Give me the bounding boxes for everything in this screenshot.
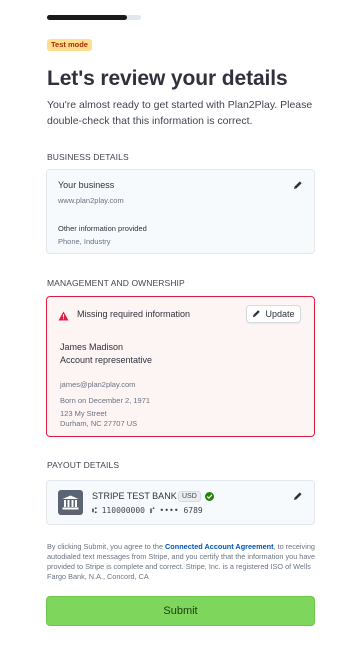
test-mode-badge: Test mode: [47, 39, 92, 51]
business-card: Your business www.plan2play.com Other in…: [46, 169, 315, 254]
management-section-label: MANAGEMENT AND OWNERSHIP: [47, 278, 185, 288]
payout-card: STRIPE TEST BANK USD ⑆ 110000000 ⑈ •••• …: [46, 480, 315, 525]
progress-bar: [47, 15, 141, 20]
warning-icon: [58, 308, 69, 321]
currency-badge: USD: [178, 491, 201, 502]
rep-role: Account representative: [60, 355, 153, 365]
page-title: Let's review your details: [47, 67, 288, 90]
other-info-heading: Other information provided: [58, 224, 147, 233]
legal-text: By clicking Submit, you agree to the Con…: [47, 542, 319, 582]
rep-address-line1: 123 My Street: [60, 409, 107, 418]
legal-text-start: By clicking Submit, you agree to the: [47, 542, 166, 551]
business-website: www.plan2play.com: [58, 196, 124, 205]
pencil-icon[interactable]: [293, 180, 303, 190]
bank-icon: [58, 490, 83, 515]
rep-email: james@plan2play.com: [60, 380, 136, 389]
management-card: Missing required information Update Jame…: [46, 296, 315, 437]
connected-account-agreement-link[interactable]: Connected Account Agreement: [165, 542, 274, 551]
bank-name: STRIPE TEST BANK: [92, 491, 177, 501]
update-button-label: Update: [265, 309, 295, 319]
business-section-label: BUSINESS DETAILS: [47, 152, 129, 162]
page-subtitle: You're almost ready to get started with …: [47, 99, 313, 127]
submit-button[interactable]: Submit: [46, 596, 315, 626]
pencil-icon[interactable]: [293, 491, 303, 501]
progress-bar-fill: [47, 15, 127, 20]
rep-name: James Madison: [60, 342, 124, 352]
payout-section-label: PAYOUT DETAILS: [47, 460, 120, 470]
check-circle-icon: [205, 492, 214, 501]
pencil-icon: [252, 309, 261, 320]
submit-button-label: Submit: [163, 605, 198, 617]
account-number: ⑆ 110000000 ⑈ •••• 6789: [92, 506, 203, 515]
rep-dob: Born on December 2, 1971: [60, 396, 151, 405]
missing-info-warning: Missing required information: [77, 309, 191, 319]
update-button[interactable]: Update: [246, 305, 301, 323]
rep-address-line2: Durham, NC 27707 US: [60, 419, 138, 428]
other-info-value: Phone, Industry: [58, 237, 111, 246]
business-heading: Your business: [58, 180, 115, 190]
